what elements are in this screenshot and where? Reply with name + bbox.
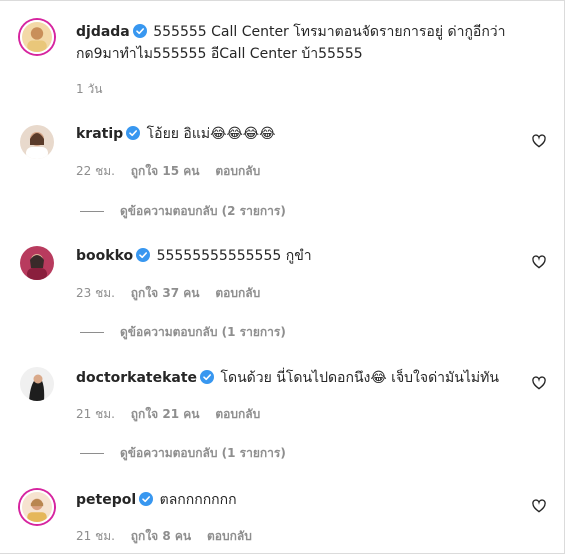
like-count[interactable]: ถูกใจ 37 คน: [131, 286, 200, 300]
avatar[interactable]: [20, 246, 54, 280]
view-replies-button[interactable]: ดูข้อความตอบกลับ (2 รายการ): [80, 203, 286, 219]
view-replies-button[interactable]: ดูข้อความตอบกลับ (1 รายการ): [80, 445, 286, 461]
like-count[interactable]: ถูกใจ 21 คน: [131, 407, 200, 421]
comment-text: ตลกกกกกกก: [159, 492, 237, 508]
username[interactable]: doctorkatekate: [76, 370, 197, 386]
like-count[interactable]: ถูกใจ 15 คน: [131, 164, 200, 178]
timestamp[interactable]: 21 ชม.: [76, 407, 115, 421]
reply-button[interactable]: ตอบกลับ: [215, 407, 260, 421]
comment-text: 55555555555555 กูขำ: [156, 248, 312, 264]
verified-badge-icon: [200, 370, 215, 384]
comment-line: petepol ตลกกกกกกก: [76, 490, 506, 510]
username[interactable]: djdada: [76, 24, 130, 40]
reply-button[interactable]: ตอบกลับ: [207, 529, 252, 543]
timestamp[interactable]: 21 ชม.: [76, 529, 115, 543]
comment-text: โดนด้วย นี่โดนไปดอกนึง😂 เจ็บใจด่ามันไม่ท…: [220, 370, 499, 386]
comment-text: โอ้ยย อิแม่😂😂😂😂: [146, 126, 276, 142]
avatar[interactable]: [20, 490, 54, 524]
caption-line-1: djdada 555555 Call Center โทรมาตอนจัดราย…: [76, 22, 506, 42]
heart-outline-icon[interactable]: [531, 375, 547, 391]
divider: [80, 332, 104, 333]
verified-badge-icon: [126, 126, 141, 140]
like-count[interactable]: ถูกใจ 8 คน: [131, 529, 191, 543]
verified-badge-icon: [136, 248, 151, 262]
heart-outline-icon[interactable]: [531, 254, 547, 270]
reply-button[interactable]: ตอบกลับ: [215, 164, 260, 178]
caption-line-2: กด9มาทำไม555555 อีCall Center บ้า55555: [76, 44, 506, 64]
timestamp[interactable]: 23 ชม.: [76, 286, 115, 300]
comment-line: kratip โอ้ยย อิแม่😂😂😂😂: [76, 124, 506, 144]
timestamp[interactable]: 1 วัน: [76, 82, 102, 96]
divider: [80, 211, 104, 212]
comment-meta: 21 ชม. ถูกใจ 21 คน ตอบกลับ: [76, 406, 272, 422]
username[interactable]: kratip: [76, 126, 123, 142]
comment-meta: 23 ชม. ถูกใจ 37 คน ตอบกลับ: [76, 285, 272, 301]
caption-text-continued: กด9มาทำไม555555 อีCall Center บ้า55555: [76, 46, 363, 62]
view-replies-label: ดูข้อความตอบกลับ (1 รายการ): [120, 446, 286, 460]
view-replies-label: ดูข้อความตอบกลับ (2 รายการ): [120, 204, 286, 218]
view-replies-label: ดูข้อความตอบกลับ (1 รายการ): [120, 325, 286, 339]
comment-meta: 22 ชม. ถูกใจ 15 คน ตอบกลับ: [76, 163, 272, 179]
view-replies-button[interactable]: ดูข้อความตอบกลับ (1 รายการ): [80, 324, 286, 340]
comment-line: bookko 55555555555555 กูขำ: [76, 246, 506, 266]
timestamp[interactable]: 22 ชม.: [76, 164, 115, 178]
comment-meta: 21 ชม. ถูกใจ 8 คน ตอบกลับ: [76, 528, 264, 544]
avatar[interactable]: [20, 367, 54, 401]
avatar[interactable]: [20, 20, 54, 54]
username[interactable]: petepol: [76, 492, 136, 508]
divider: [80, 453, 104, 454]
comment-line: doctorkatekate โดนด้วย นี่โดนไปดอกนึง😂 เ…: [76, 368, 506, 388]
caption-text: 555555 Call Center โทรมาตอนจัดรายการอยู่…: [153, 24, 506, 40]
verified-badge-icon: [132, 24, 147, 38]
heart-outline-icon[interactable]: [531, 133, 547, 149]
verified-badge-icon: [139, 492, 154, 506]
reply-button[interactable]: ตอบกลับ: [215, 286, 260, 300]
caption-meta: 1 วัน: [76, 81, 114, 97]
username[interactable]: bookko: [76, 248, 133, 264]
avatar[interactable]: [20, 125, 54, 159]
heart-outline-icon[interactable]: [531, 498, 547, 514]
